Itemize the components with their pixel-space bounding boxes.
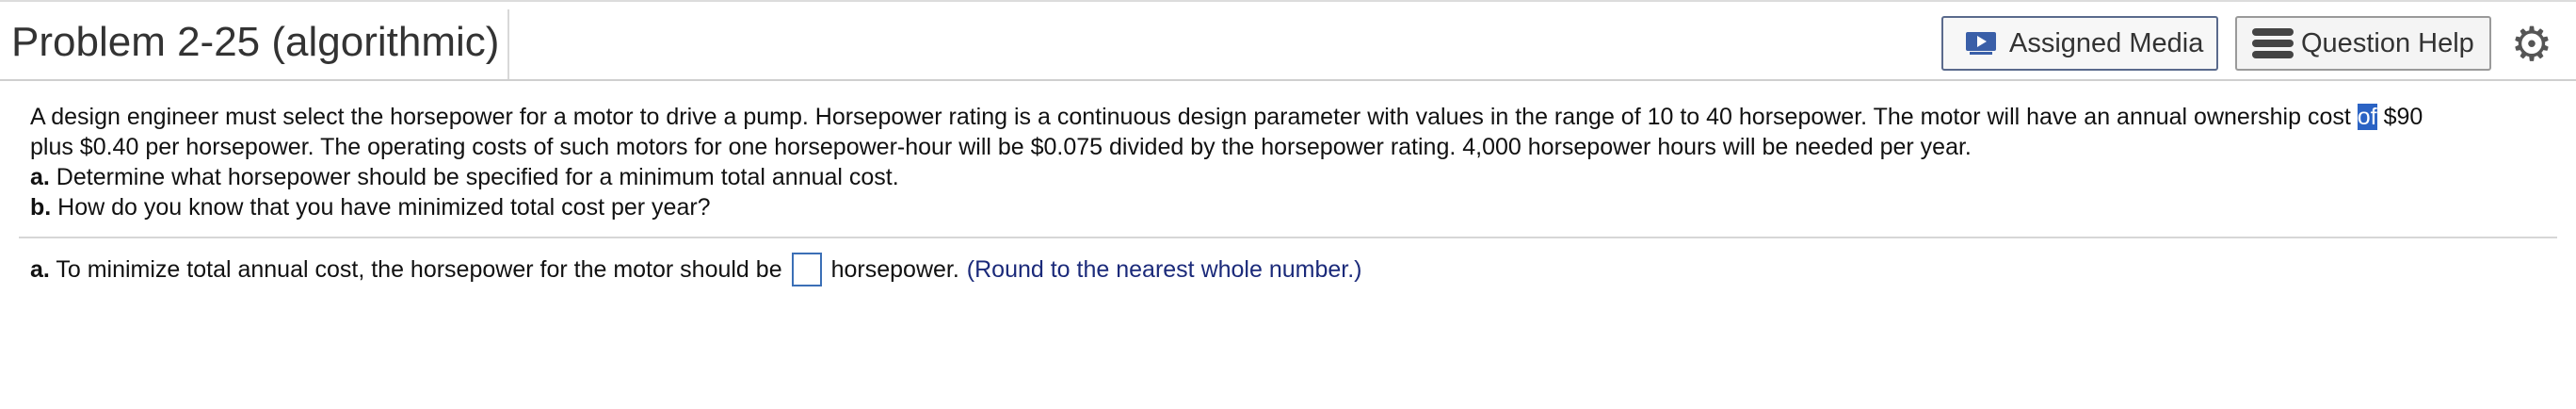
selected-text: of	[2357, 104, 2377, 130]
header-divider	[0, 79, 2576, 81]
top-rule	[0, 0, 2576, 2]
question-text: A design engineer must select the horsep…	[30, 102, 2553, 222]
horsepower-answer-input[interactable]	[791, 253, 822, 286]
header-bar: Problem 2-25 (algorithmic) Assigned Medi…	[0, 4, 2576, 79]
question-part-b: b. How do you know that you have minimiz…	[30, 194, 711, 221]
list-icon	[2252, 28, 2294, 58]
answer-row: a. To minimize total annual cost, the ho…	[30, 253, 1362, 286]
section-divider	[19, 237, 2557, 238]
assigned-media-button[interactable]: Assigned Media	[1941, 16, 2218, 71]
assigned-media-label: Assigned Media	[2009, 27, 2204, 58]
question-help-button[interactable]: Question Help	[2235, 16, 2491, 71]
answer-unit: horsepower.	[830, 256, 959, 283]
page-title: Problem 2-25 (algorithmic)	[11, 19, 500, 65]
question-line-1: A design engineer must select the horsep…	[30, 104, 2423, 130]
answer-prompt: To minimize total annual cost, the horse…	[49, 256, 782, 283]
rounding-hint: (Round to the nearest whole number.)	[966, 256, 1362, 283]
video-icon	[1966, 32, 1996, 55]
answer-part-label: a.	[30, 256, 50, 283]
question-line-2: plus $0.40 per horsepower. The operating…	[30, 134, 1972, 160]
title-divider	[507, 9, 509, 79]
gear-icon[interactable]: ⚙	[2508, 21, 2555, 68]
question-help-label: Question Help	[2301, 27, 2474, 58]
question-part-a: a. Determine what horsepower should be s…	[30, 164, 899, 190]
